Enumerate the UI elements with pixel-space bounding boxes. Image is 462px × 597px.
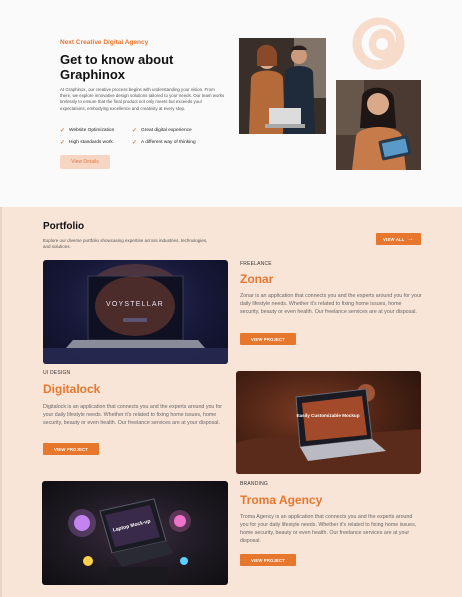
troma-project-image[interactable]: Laptop Mock-up [42,481,228,585]
zonar-image-text: VOYSTELLAR [106,301,164,308]
digitalock-project-image[interactable]: Easily Customizable Mockup [236,371,421,474]
about-kicker: Next Creative Digital Agency [60,39,149,46]
view-all-button[interactable]: VIEW ALL → [376,233,421,245]
feature-label: Website Optimization [69,128,115,133]
feature-label: High standards work [69,140,113,145]
about-section: Next Creative Digital Agency Get to know… [0,0,462,207]
woman-tablet-photo [336,80,421,170]
people-illustration-icon [239,38,326,134]
arrow-right-icon: → [407,236,414,242]
feature-label: A different way of thinking [141,140,196,145]
troma-view-project-button[interactable]: VIEW PROJECT [240,554,296,566]
check-icon: ✓ [60,128,66,134]
portfolio-subtitle: Explore our diverse portfolio showcasing… [43,238,208,250]
digitalock-title: Digitalock [43,382,101,396]
digitalock-category: UI DESIGN [43,370,71,376]
portfolio-section: Portfolio Explore our diverse portfolio … [0,207,462,597]
zonar-view-project-button[interactable]: VIEW PROJECT [240,333,296,345]
about-title: Get to know about Graphinox [60,52,174,82]
view-details-button[interactable]: View Details [60,155,110,169]
feature-item: ✓ Great digital experience [132,127,192,134]
feature-item: ✓ Website Optimization [60,127,114,134]
feature-item: ✓ High standards work [60,139,113,146]
check-icon: ✓ [60,140,66,146]
brand-swirl-icon [352,17,405,70]
left-divider [0,207,2,597]
digitalock-description: Digitalock is an application that connec… [43,404,223,426]
laptop-mockup-icon: VOYSTELLAR [43,264,228,364]
zonar-project-image[interactable]: VOYSTELLAR [43,260,228,364]
zonar-category: FREELANCE [240,261,272,267]
team-photo [239,38,326,134]
check-icon: ✓ [132,140,138,146]
woman-illustration-icon [336,80,421,170]
digitalock-image-text: Easily Customizable Mockup [296,413,359,418]
troma-title: Troma Agency [240,493,323,507]
troma-description: Troma Agency is an application that conn… [240,514,417,544]
laptop-floating-mockup-icon: Laptop Mock-up [68,498,191,585]
zonar-title: Zonar [240,272,274,286]
troma-category: BRANDING [240,481,268,487]
feature-item: ✓ A different way of thinking [132,139,196,146]
about-description: At Graphinox, our creative process begin… [60,87,225,111]
view-all-label: VIEW ALL [383,236,405,242]
portfolio-title: Portfolio [43,221,85,232]
laptop-desert-mockup-icon: Easily Customizable Mockup [236,384,421,474]
zonar-description: Zonar is an application that connects yo… [240,293,422,315]
feature-label: Great digital experience [141,128,192,133]
digitalock-view-project-button[interactable]: VIEW PROJECT [43,443,99,455]
check-icon: ✓ [132,128,138,134]
